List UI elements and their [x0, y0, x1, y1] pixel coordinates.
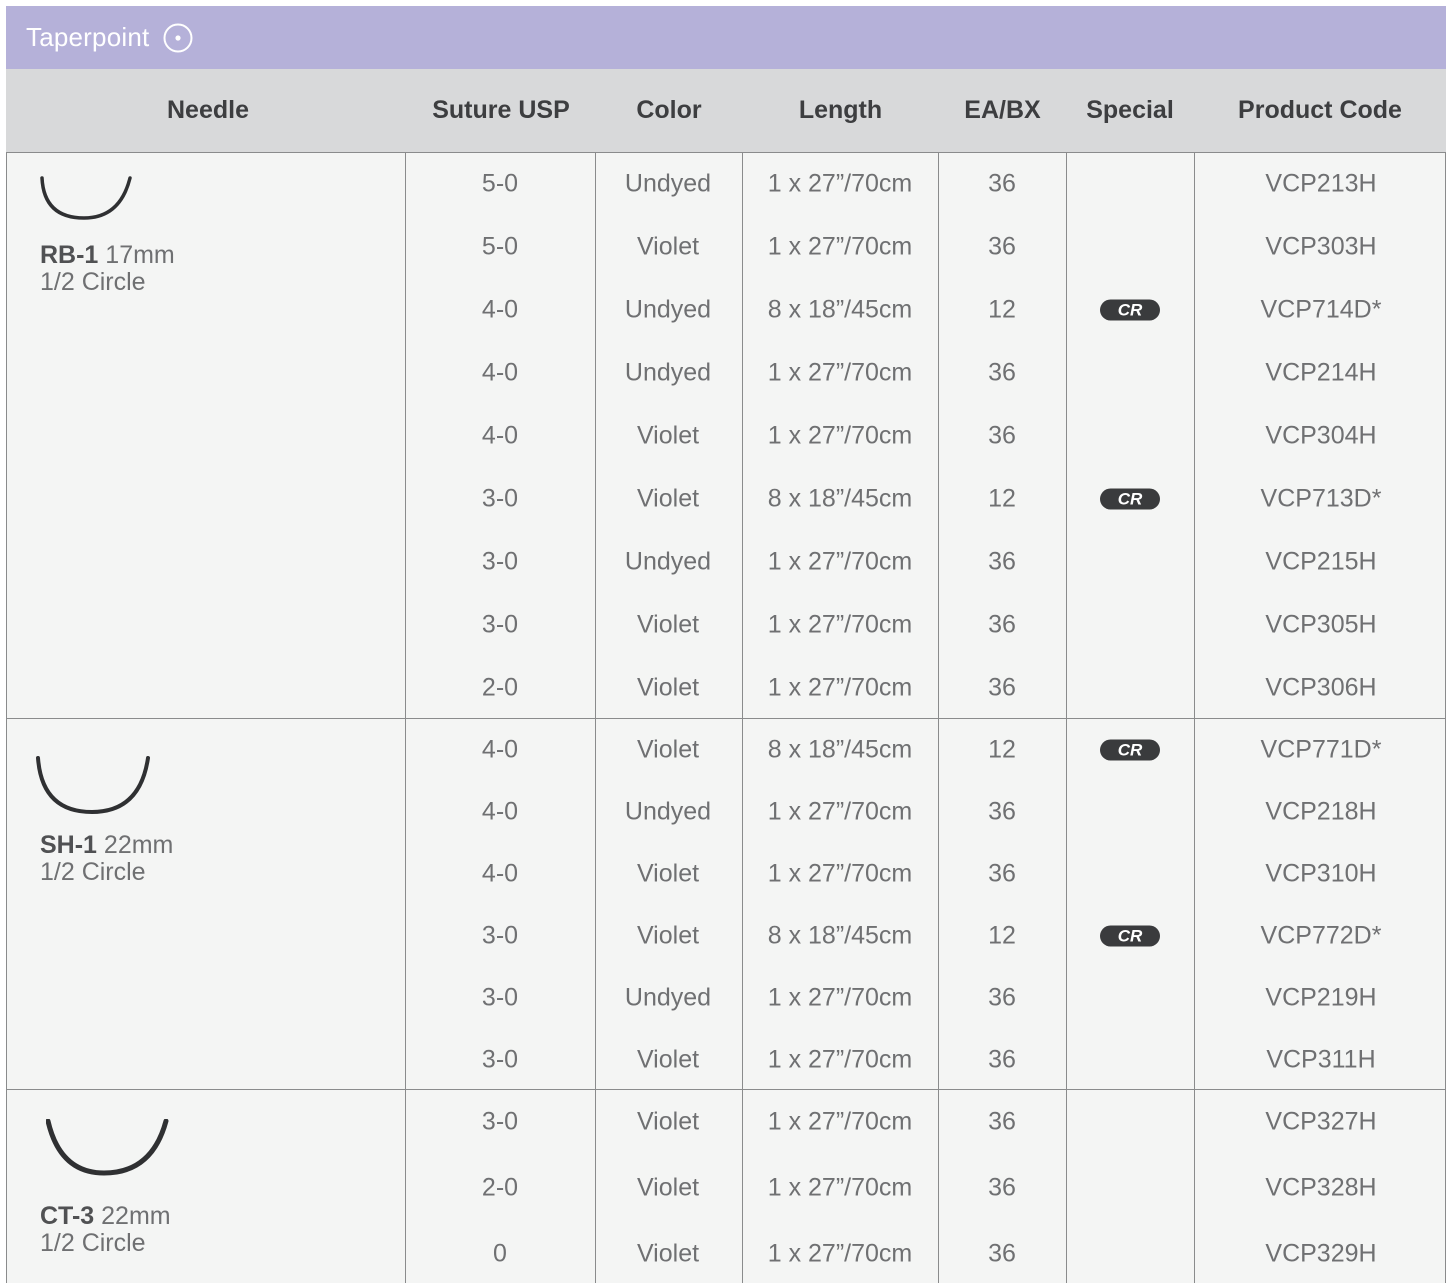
cell-eabx: 12: [988, 484, 1016, 513]
cell-eabx: 36: [988, 1045, 1016, 1074]
needle-code: RB-1: [40, 241, 99, 269]
cell-eabx: 12: [988, 921, 1016, 950]
needle-label: RB-1 17mm 1/2 Circle: [40, 242, 175, 296]
needle-code: CT-3: [40, 1202, 95, 1230]
header-special: Special: [1086, 96, 1174, 124]
cell-code: VCP311H: [1266, 1045, 1376, 1074]
needle-curve-icon: [40, 176, 134, 227]
cr-badge: CR: [1100, 739, 1160, 761]
cr-badge: CR: [1100, 925, 1160, 947]
cell-code: VCP219H: [1265, 983, 1377, 1012]
cell-eabx: 36: [988, 232, 1016, 261]
needle-shape: 1/2 Circle: [40, 268, 146, 296]
cell-eabx: 36: [988, 673, 1016, 702]
taperpoint-table: Taperpoint Needle Suture USP Color Lengt…: [6, 6, 1446, 1283]
needle-size: 17mm: [98, 241, 175, 269]
cell-code: VCP329H: [1265, 1239, 1377, 1268]
cell-code: VCP327H: [1265, 1107, 1377, 1136]
group-divider: [6, 1089, 1446, 1090]
needle-size: 22mm: [96, 831, 174, 859]
cell-eabx: 12: [988, 295, 1016, 324]
needle-curve-icon: [36, 756, 152, 821]
cell-code: VCP304H: [1265, 421, 1377, 450]
table-header-row: Needle Suture USP Color Length EA/BX Spe…: [6, 69, 1446, 152]
needle-size: 22mm: [94, 1202, 171, 1230]
cell-eabx: 36: [988, 610, 1016, 639]
needle-code: SH-1: [40, 831, 97, 859]
cell-code: VCP305H: [1265, 610, 1377, 639]
cell-code: VCP214H: [1265, 358, 1377, 387]
cell-eabx: 36: [988, 1173, 1016, 1202]
cell-code: VCP771D*: [1260, 735, 1382, 764]
section-title-bar: Taperpoint: [6, 6, 1446, 69]
needle-label: SH-1 22mm 1/2 Circle: [40, 832, 173, 886]
cell-code: VCP213H: [1265, 169, 1377, 198]
header-product-code: Product Code: [1238, 96, 1402, 124]
header-ea-bx: EA/BX: [964, 96, 1041, 124]
header-color: Color: [636, 96, 702, 124]
cell-eabx: 36: [988, 983, 1016, 1012]
cell-eabx: 36: [988, 1107, 1016, 1136]
cr-badge: CR: [1100, 488, 1160, 510]
cell-eabx: 36: [988, 859, 1016, 888]
cell-code: VCP714D*: [1260, 295, 1382, 324]
cell-eabx: 36: [988, 547, 1016, 576]
header-suture-usp: Suture USP: [432, 96, 570, 124]
section-title: Taperpoint: [26, 22, 150, 52]
cr-badge: CR: [1100, 299, 1160, 321]
header-needle: Needle: [167, 96, 249, 124]
group-divider: [6, 718, 1446, 719]
cell-code: VCP303H: [1265, 232, 1377, 261]
cell-eabx: 36: [988, 421, 1016, 450]
cell-eabx: 36: [988, 797, 1016, 826]
cell-eabx: 36: [988, 1239, 1016, 1268]
header-length: Length: [798, 96, 883, 124]
cell-code: VCP772D*: [1260, 921, 1382, 950]
cell-code: VCP328H: [1265, 1173, 1377, 1202]
taperpoint-icon: [163, 23, 193, 53]
cell-code: VCP713D*: [1260, 484, 1382, 513]
cell-code: VCP215H: [1265, 547, 1377, 576]
needle-shape: 1/2 Circle: [40, 858, 146, 886]
needle-curve-icon: [45, 1118, 170, 1182]
cell-code: VCP218H: [1265, 797, 1377, 826]
table-body: RB-1 17mm 1/2 Circle 5-0 Undyed 1 x 27”/70cm…: [6, 152, 1446, 1283]
row-divider: [6, 152, 1446, 153]
cell-eabx: 36: [988, 169, 1016, 198]
cell-code: VCP306H: [1265, 673, 1377, 702]
cell-eabx: 36: [988, 358, 1016, 387]
needle-label: CT-3 22mm 1/2 Circle: [40, 1203, 171, 1257]
needle-shape: 1/2 Circle: [40, 1229, 146, 1257]
cell-eabx: 12: [988, 735, 1016, 764]
cell-code: VCP310H: [1265, 859, 1377, 888]
